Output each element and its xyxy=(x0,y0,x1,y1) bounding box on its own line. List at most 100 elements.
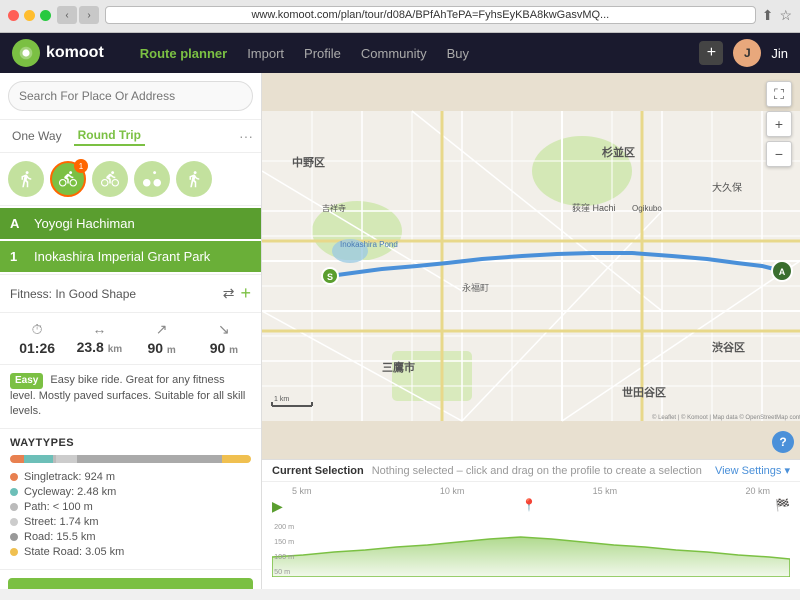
svg-text:© Leaflet | © Komoot | Map dat: © Leaflet | © Komoot | Map data © OpenSt… xyxy=(652,414,800,421)
stat-descent-value: 90 m xyxy=(210,340,238,356)
tab-round-trip[interactable]: Round Trip xyxy=(74,126,145,146)
waytypes-section: WAYTYPES Singletrack: 924 m xyxy=(0,429,261,570)
stats-row: ⏱ 01:26 ↔ 23.8 km ↗ 90 m ↘ 90 m xyxy=(0,313,261,365)
marker-mid: 📍 xyxy=(521,498,536,515)
share-icon[interactable]: ⬆ xyxy=(762,7,774,24)
activity-row: 1 xyxy=(0,153,261,206)
map-svg: S A 中野区 杉並区 大久保 三鷹市 世田谷区 渋谷区 永福町 Inokash… xyxy=(262,73,800,459)
back-button[interactable]: ‹ xyxy=(57,6,77,24)
waytype-singletrack: Singletrack: 924 m xyxy=(10,471,251,483)
bar-cycleway xyxy=(24,455,53,463)
nav-links: Route planner Import Profile Community B… xyxy=(140,46,684,61)
waytype-path: Path: < 100 m xyxy=(10,501,251,513)
help-button[interactable]: ? xyxy=(772,431,794,453)
map-container[interactable]: S A 中野区 杉並区 大久保 三鷹市 世田谷区 渋谷区 永福町 Inokash… xyxy=(262,73,800,459)
svg-text:永福町: 永福町 xyxy=(462,282,489,293)
waypoint-a-name: Yoyogi Hachiman xyxy=(34,216,251,231)
forward-button[interactable]: › xyxy=(79,6,99,24)
cycleway-label: Cycleway: 2.48 km xyxy=(24,486,116,498)
tab-one-way[interactable]: One Way xyxy=(8,127,66,145)
bar-street xyxy=(56,455,78,463)
add-waypoint-button[interactable]: + xyxy=(240,283,251,304)
activity-run[interactable] xyxy=(176,161,212,197)
app: komoot Route planner Import Profile Comm… xyxy=(0,33,800,589)
fullscreen-button[interactable]: ⛶ xyxy=(766,81,792,107)
current-selection-hint: Nothing selected – click and drag on the… xyxy=(372,465,715,477)
waytype-bar xyxy=(10,455,251,463)
difficulty-text: Easy bike ride. Great for any fitness le… xyxy=(10,374,245,417)
top-navigation: komoot Route planner Import Profile Comm… xyxy=(0,33,800,73)
bar-road xyxy=(77,455,222,463)
more-options-button[interactable]: ··· xyxy=(239,128,253,144)
singletrack-dot xyxy=(10,473,18,481)
waypoint-1-letter: 1 xyxy=(10,249,26,264)
bookmark-icon[interactable]: ☆ xyxy=(779,7,792,24)
svg-text:吉祥寺: 吉祥寺 xyxy=(322,203,346,213)
marker-end: 🏁 xyxy=(775,498,790,515)
svg-text:Inokashira Pond: Inokashira Pond xyxy=(340,240,398,249)
close-button[interactable] xyxy=(8,10,19,21)
view-settings-button[interactable]: View Settings ▾ xyxy=(715,464,790,477)
url-bar[interactable]: www.komoot.com/plan/tour/d08A/BPfAhTePA=… xyxy=(105,6,756,24)
waypoints: A Yoyogi Hachiman 1 Inokashira Imperial … xyxy=(0,206,261,275)
add-button[interactable]: + xyxy=(699,41,723,65)
street-label: Street: 1.74 km xyxy=(24,516,99,528)
traffic-lights xyxy=(8,10,51,21)
waytype-road: Road: 15.5 km xyxy=(10,531,251,543)
search-input[interactable] xyxy=(8,81,253,111)
swap-icon[interactable]: ⇄ xyxy=(223,285,235,302)
nav-community[interactable]: Community xyxy=(361,46,427,61)
zoom-out-button[interactable]: − xyxy=(766,141,792,167)
bar-singletrack xyxy=(10,455,24,463)
activity-mtb[interactable] xyxy=(92,161,128,197)
svg-text:中野区: 中野区 xyxy=(292,155,325,169)
map-area: S A 中野区 杉並区 大久保 三鷹市 世田谷区 渋谷区 永福町 Inokash… xyxy=(262,73,800,589)
stat-distance: ↔ 23.8 km xyxy=(72,321,126,356)
stat-time-value: 01:26 xyxy=(19,340,55,356)
dist-tick-1: 10 km xyxy=(440,486,465,496)
activity-road-bike[interactable] xyxy=(134,161,170,197)
svg-text:荻窪 Hachi: 荻窪 Hachi xyxy=(572,202,616,213)
elevation-markers-row: ▶ 📍 🏁 xyxy=(272,498,790,517)
avatar[interactable]: J xyxy=(733,39,761,67)
browser-actions: ⬆ ☆ xyxy=(762,7,792,24)
elevation-svg-container[interactable]: 200 m 150 m 100 m 50 m xyxy=(272,517,790,585)
stat-ascent: ↗ 90 m xyxy=(135,321,189,356)
waypoint-end[interactable]: 1 Inokashira Imperial Grant Park xyxy=(0,241,261,272)
svg-text:100 m: 100 m xyxy=(274,553,294,561)
save-tour-button[interactable]: Save Tour xyxy=(8,578,253,589)
waytype-state-road: State Road: 3.05 km xyxy=(10,546,251,558)
sidebar: One Way Round Trip ··· 1 xyxy=(0,73,262,589)
state-road-label: State Road: 3.05 km xyxy=(24,546,124,558)
elevation-chart-area[interactable]: 5 km 10 km 15 km 20 km ▶ 📍 xyxy=(262,482,800,589)
browser-chrome: ‹ › www.komoot.com/plan/tour/d08A/BPfAhT… xyxy=(0,0,800,33)
nav-buy[interactable]: Buy xyxy=(447,46,469,61)
svg-text:A: A xyxy=(779,267,786,277)
minimize-button[interactable] xyxy=(24,10,35,21)
sidebar-actions: Save Tour Send Tour to my Phone xyxy=(0,570,261,589)
svg-text:150 m: 150 m xyxy=(274,538,294,546)
waypoint-1-name: Inokashira Imperial Grant Park xyxy=(34,249,251,264)
marker-start: ▶ xyxy=(272,498,283,515)
svg-text:世田谷区: 世田谷区 xyxy=(622,385,666,399)
waytype-cycleway: Cycleway: 2.48 km xyxy=(10,486,251,498)
logo-text: komoot xyxy=(46,44,104,62)
activity-cycling[interactable]: 1 xyxy=(50,161,86,197)
svg-text:Ogikubo: Ogikubo xyxy=(632,204,662,213)
road-label: Road: 15.5 km xyxy=(24,531,96,543)
nav-profile[interactable]: Profile xyxy=(304,46,341,61)
svg-text:三鷹市: 三鷹市 xyxy=(382,360,415,374)
nav-route-planner[interactable]: Route planner xyxy=(140,46,227,61)
activity-hike[interactable] xyxy=(8,161,44,197)
svg-text:50 m: 50 m xyxy=(274,568,290,576)
road-dot xyxy=(10,533,18,541)
nav-import[interactable]: Import xyxy=(247,46,284,61)
state-road-dot xyxy=(10,548,18,556)
zoom-in-button[interactable]: + xyxy=(766,111,792,137)
bar-state-road xyxy=(222,455,251,463)
nav-right: + J Jin xyxy=(699,39,788,67)
waypoint-start[interactable]: A Yoyogi Hachiman xyxy=(0,208,261,239)
maximize-button[interactable] xyxy=(40,10,51,21)
fitness-row: Fitness: In Good Shape ⇄ + xyxy=(0,275,261,313)
logo[interactable]: komoot xyxy=(12,39,104,67)
